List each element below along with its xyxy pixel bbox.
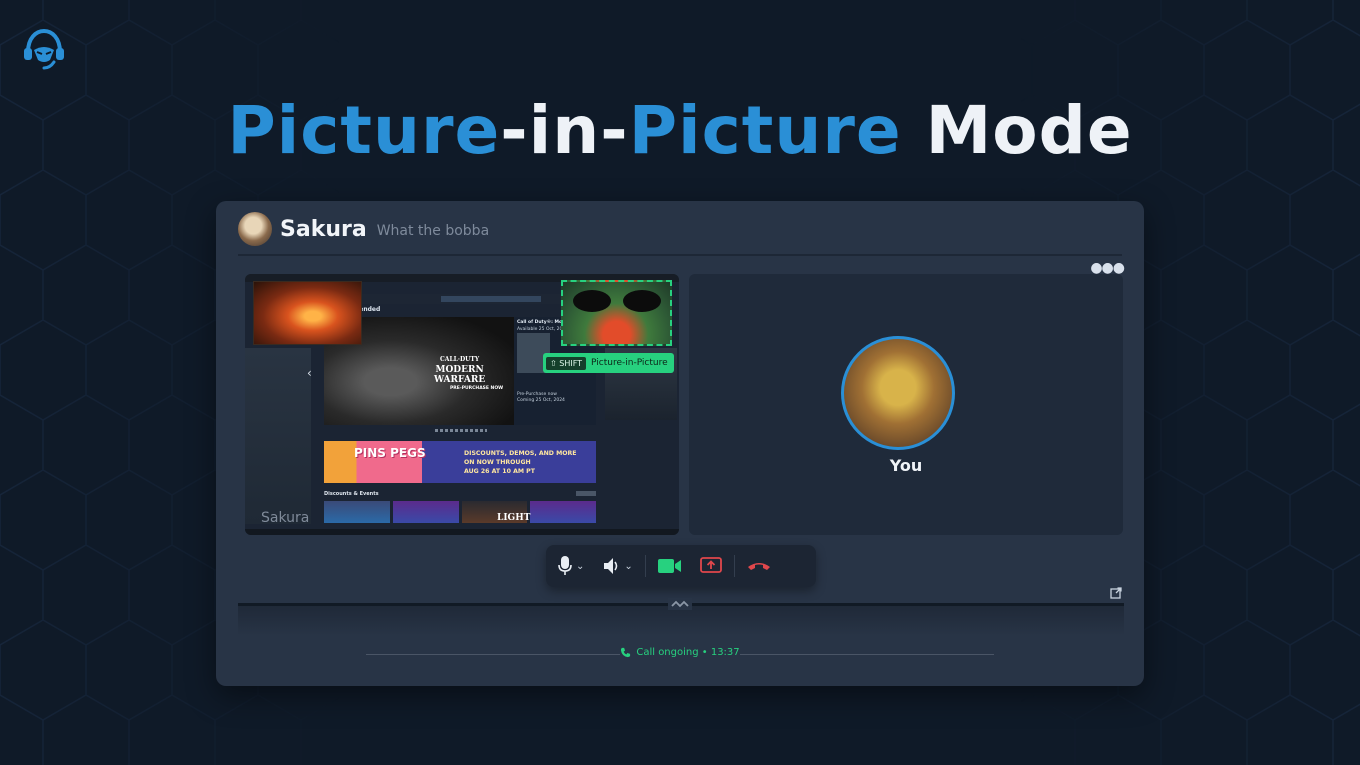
chevron-down-icon[interactable]: ⌄ bbox=[624, 561, 632, 572]
self-video-tile[interactable]: You bbox=[689, 274, 1123, 535]
discount-card bbox=[392, 501, 459, 523]
shared-app-statusbar bbox=[245, 529, 679, 535]
self-avatar bbox=[841, 336, 955, 450]
hang-up-icon bbox=[747, 563, 770, 570]
popout-icon[interactable] bbox=[1110, 587, 1122, 599]
contact-status: What the bobba bbox=[376, 223, 490, 239]
chat-window: Sakura What the bobba ●●● mended ‹ CALL·… bbox=[216, 201, 1144, 686]
banner-text: DISCOUNTS, DEMOS, AND MORE ON NOW THROUG… bbox=[464, 450, 577, 475]
microphone-icon bbox=[558, 556, 572, 575]
pip-camera-overlay[interactable] bbox=[561, 280, 672, 346]
control-separator bbox=[733, 555, 735, 577]
contact-name[interactable]: Sakura bbox=[280, 217, 367, 242]
resize-handle-icon[interactable] bbox=[668, 598, 692, 610]
phone-icon bbox=[621, 647, 631, 658]
card-light-title: LIGHT bbox=[497, 513, 531, 523]
pip-game-overlay[interactable] bbox=[253, 281, 362, 345]
speaker-icon bbox=[604, 558, 618, 574]
shared-promo-banner: PINS PEGS DISCOUNTS, DEMOS, AND MORE ON … bbox=[324, 441, 596, 483]
screen-share-icon bbox=[699, 557, 722, 573]
view-more-button bbox=[576, 491, 596, 496]
shared-left-thumb bbox=[245, 348, 311, 524]
contact-avatar[interactable] bbox=[238, 212, 272, 246]
pip-hint-badge: ⇧ SHIFT Picture-in-Picture bbox=[543, 353, 674, 373]
speaker-button[interactable]: ⌄ bbox=[602, 551, 633, 581]
discount-card bbox=[324, 501, 390, 523]
banner-logo: PINS PEGS bbox=[354, 446, 426, 460]
call-control-bar: ⌄ ⌄ bbox=[546, 545, 816, 587]
tile-name-you: You bbox=[889, 456, 923, 475]
tile-name-sakura: Sakura bbox=[261, 510, 310, 526]
page-headline: Picture-in-Picture Mode bbox=[227, 92, 1133, 169]
discounts-heading: Discounts & Events bbox=[324, 491, 379, 497]
carousel-left-arrow-icon: ‹ bbox=[307, 366, 312, 380]
call-status-line-right bbox=[740, 654, 994, 655]
chat-header: Sakura What the bobba bbox=[238, 212, 489, 246]
video-camera-icon bbox=[657, 559, 681, 573]
discount-cards bbox=[324, 501, 596, 523]
camera-button[interactable] bbox=[657, 551, 682, 581]
side-coming: Coming 25 Oct, 2024 bbox=[517, 398, 565, 403]
hero-title: CALL·DUTY MODERN WARFARE bbox=[434, 356, 486, 385]
headset-logo-icon bbox=[24, 28, 64, 70]
discount-card bbox=[530, 501, 596, 523]
carousel-dots bbox=[435, 429, 487, 432]
chevron-down-icon[interactable]: ⌄ bbox=[576, 561, 584, 572]
hero-subtitle: PRE-PURCHASE NOW bbox=[450, 386, 504, 391]
call-status: Call ongoing • 13:37 bbox=[620, 647, 740, 658]
screen-share-button[interactable] bbox=[699, 551, 722, 581]
call-status-text: Call ongoing • 13:37 bbox=[636, 647, 740, 658]
shift-key-hint: ⇧ SHIFT bbox=[546, 356, 587, 370]
shared-app-search bbox=[441, 296, 541, 302]
sunglasses-lens bbox=[623, 290, 661, 312]
sunglasses-lens bbox=[573, 290, 611, 312]
mic-button[interactable]: ⌄ bbox=[558, 551, 584, 581]
call-status-line-left bbox=[366, 654, 620, 655]
hang-up-button[interactable] bbox=[747, 551, 771, 581]
pip-hint-label: Picture-in-Picture bbox=[591, 358, 668, 368]
header-divider bbox=[238, 254, 1122, 256]
control-separator bbox=[644, 555, 646, 577]
screen-share-tile[interactable]: mended ‹ CALL·DUTY MODERN WARFARE PRE-PU… bbox=[245, 274, 679, 535]
divider-shadow bbox=[238, 606, 1124, 636]
side-prepurchase: Pre-Purchase now bbox=[517, 392, 557, 397]
